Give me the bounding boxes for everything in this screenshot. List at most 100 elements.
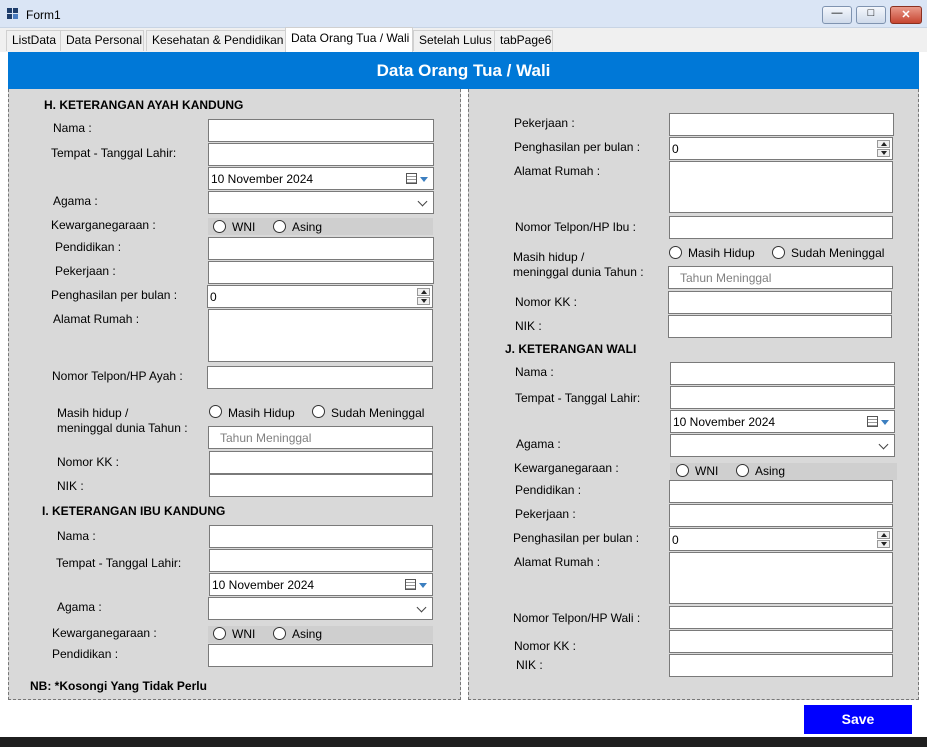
close-button[interactable]: ✕: [890, 6, 922, 24]
ibu-sudah-meninggal-option: Sudah Meninggal: [791, 246, 885, 260]
tab-listdata[interactable]: ListData: [6, 30, 61, 51]
wali-nama-input[interactable]: [670, 362, 895, 385]
wali-kk-label: Nomor KK :: [514, 639, 577, 653]
ayah-tahun-meninggal-input[interactable]: Tahun Meninggal: [208, 426, 433, 449]
taskbar-edge: [0, 737, 927, 747]
ibu-asing-label: Asing: [292, 627, 323, 641]
ibu-penghasilan-label: Penghasilan per bulan :: [514, 140, 641, 154]
ibu-nama-input[interactable]: [209, 525, 433, 548]
ibu-tanggal-value: 10 November 2024: [212, 578, 315, 592]
ibu-tahun-meninggal-input[interactable]: Tahun Meninggal: [668, 266, 893, 289]
ayah-sudah-meninggal-radio[interactable]: [312, 405, 325, 418]
wali-wni-radio[interactable]: [676, 464, 689, 477]
ibu-wni-radio[interactable]: [213, 627, 226, 640]
spin-buttons[interactable]: [417, 288, 430, 305]
spin-up-icon[interactable]: [877, 531, 890, 539]
ayah-tempat-lahir-input[interactable]: [208, 143, 434, 166]
spin-buttons[interactable]: [877, 140, 890, 157]
title-bar: [0, 0, 927, 28]
ibu-asing-radio[interactable]: [273, 627, 286, 640]
tab-data-orang-tua-wali[interactable]: Data Orang Tua / Wali: [285, 27, 413, 52]
calendar-icon: [406, 173, 417, 184]
ayah-agama-select[interactable]: [208, 191, 434, 214]
ayah-nama-label: Nama :: [53, 121, 92, 135]
ibu-telpon-input[interactable]: [669, 216, 893, 239]
ayah-telpon-input[interactable]: [207, 366, 433, 389]
ayah-masih-hidup-radio[interactable]: [209, 405, 222, 418]
wali-kewarganegaraan-label: Kewarganegaraan :: [514, 461, 619, 475]
calendar-icon: [867, 416, 878, 427]
tab-setelah-lulus[interactable]: Setelah Lulus: [413, 30, 495, 51]
spin-up-icon[interactable]: [877, 140, 890, 148]
ayah-pendidikan-input[interactable]: [208, 237, 434, 260]
wali-penghasilan-label: Penghasilan per bulan :: [513, 531, 640, 545]
wali-kk-input[interactable]: [669, 630, 893, 653]
maximize-icon: □: [867, 7, 875, 19]
ibu-pekerjaan-input[interactable]: [669, 113, 894, 136]
app-icon: [7, 8, 19, 20]
ibu-ttl-label: Tempat - Tanggal Lahir:: [56, 556, 182, 570]
ayah-nik-input[interactable]: [209, 474, 433, 497]
close-icon: ✕: [901, 9, 911, 21]
ibu-tanggal-lahir-picker[interactable]: 10 November 2024: [209, 573, 433, 596]
minimize-button[interactable]: —: [822, 6, 852, 24]
ayah-wni-label: WNI: [232, 220, 256, 234]
ayah-pekerjaan-input[interactable]: [208, 261, 434, 284]
wali-nik-input[interactable]: [669, 654, 893, 677]
ibu-masih-hidup-radio[interactable]: [669, 246, 682, 259]
note-text: NB: *Kosongi Yang Tidak Perlu: [30, 679, 207, 693]
ayah-tanggal-value: 10 November 2024: [211, 172, 314, 186]
ibu-nik-input[interactable]: [668, 315, 892, 338]
wali-alamat-label: Alamat Rumah :: [514, 555, 601, 569]
ibu-tempat-lahir-input[interactable]: [209, 549, 433, 572]
wali-telpon-input[interactable]: [669, 606, 893, 629]
dropdown-arrow-icon: [420, 177, 428, 182]
wali-agama-select[interactable]: [670, 434, 895, 457]
ayah-asing-radio[interactable]: [273, 220, 286, 233]
ayah-penghasilan-stepper[interactable]: 0: [207, 285, 433, 308]
wali-asing-radio[interactable]: [736, 464, 749, 477]
ibu-alamat-textarea[interactable]: [669, 161, 893, 213]
ayah-nama-input[interactable]: [208, 119, 434, 142]
wali-penghasilan-stepper[interactable]: 0: [669, 528, 893, 551]
spin-down-icon[interactable]: [417, 297, 430, 305]
ibu-kk-input[interactable]: [668, 291, 892, 314]
ibu-sudah-meninggal-radio[interactable]: [772, 246, 785, 259]
wali-pekerjaan-input[interactable]: [669, 504, 893, 527]
ibu-nik-label: NIK :: [515, 319, 542, 333]
ibu-agama-select[interactable]: [208, 597, 433, 620]
ibu-wni-label: WNI: [232, 627, 256, 641]
ayah-kk-input[interactable]: [209, 451, 433, 474]
ayah-wni-radio[interactable]: [213, 220, 226, 233]
spin-up-icon[interactable]: [417, 288, 430, 296]
ibu-telpon-label: Nomor Telpon/HP Ibu :: [515, 220, 636, 234]
ayah-nik-label: NIK :: [57, 479, 84, 493]
ibu-pendidikan-label: Pendidikan :: [52, 647, 119, 661]
ibu-penghasilan-value: 0: [672, 142, 679, 156]
ibu-pendidikan-input[interactable]: [208, 644, 433, 667]
ayah-penghasilan-value: 0: [210, 290, 217, 304]
dropdown-arrow-icon: [881, 420, 889, 425]
tab-page6[interactable]: tabPage6: [494, 30, 553, 51]
spin-down-icon[interactable]: [877, 149, 890, 157]
spin-down-icon[interactable]: [877, 540, 890, 548]
ayah-pendidikan-label: Pendidikan :: [55, 240, 122, 254]
ayah-tanggal-lahir-picker[interactable]: 10 November 2024: [208, 167, 434, 190]
wali-telpon-label: Nomor Telpon/HP Wali :: [513, 611, 641, 625]
wali-tempat-lahir-input[interactable]: [670, 386, 895, 409]
ayah-sudah-meninggal-option: Sudah Meninggal: [331, 406, 425, 420]
save-button[interactable]: Save: [804, 705, 912, 734]
wali-pendidikan-input[interactable]: [669, 480, 893, 503]
ibu-penghasilan-stepper[interactable]: 0: [669, 137, 893, 160]
spin-buttons[interactable]: [877, 531, 890, 548]
ayah-agama-label: Agama :: [53, 194, 98, 208]
wali-tanggal-lahir-picker[interactable]: 10 November 2024: [670, 410, 895, 433]
wali-alamat-textarea[interactable]: [669, 552, 893, 604]
calendar-icon: [405, 579, 416, 590]
maximize-button[interactable]: □: [856, 6, 886, 24]
tab-data-personal[interactable]: Data Personal: [60, 30, 144, 51]
ayah-section-title: H. KETERANGAN AYAH KANDUNG: [44, 98, 244, 112]
ayah-pekerjaan-label: Pekerjaan :: [55, 264, 116, 278]
ayah-alamat-textarea[interactable]: [208, 309, 433, 362]
tab-kesehatan-pendidikan[interactable]: Kesehatan & Pendidikan: [146, 30, 286, 51]
